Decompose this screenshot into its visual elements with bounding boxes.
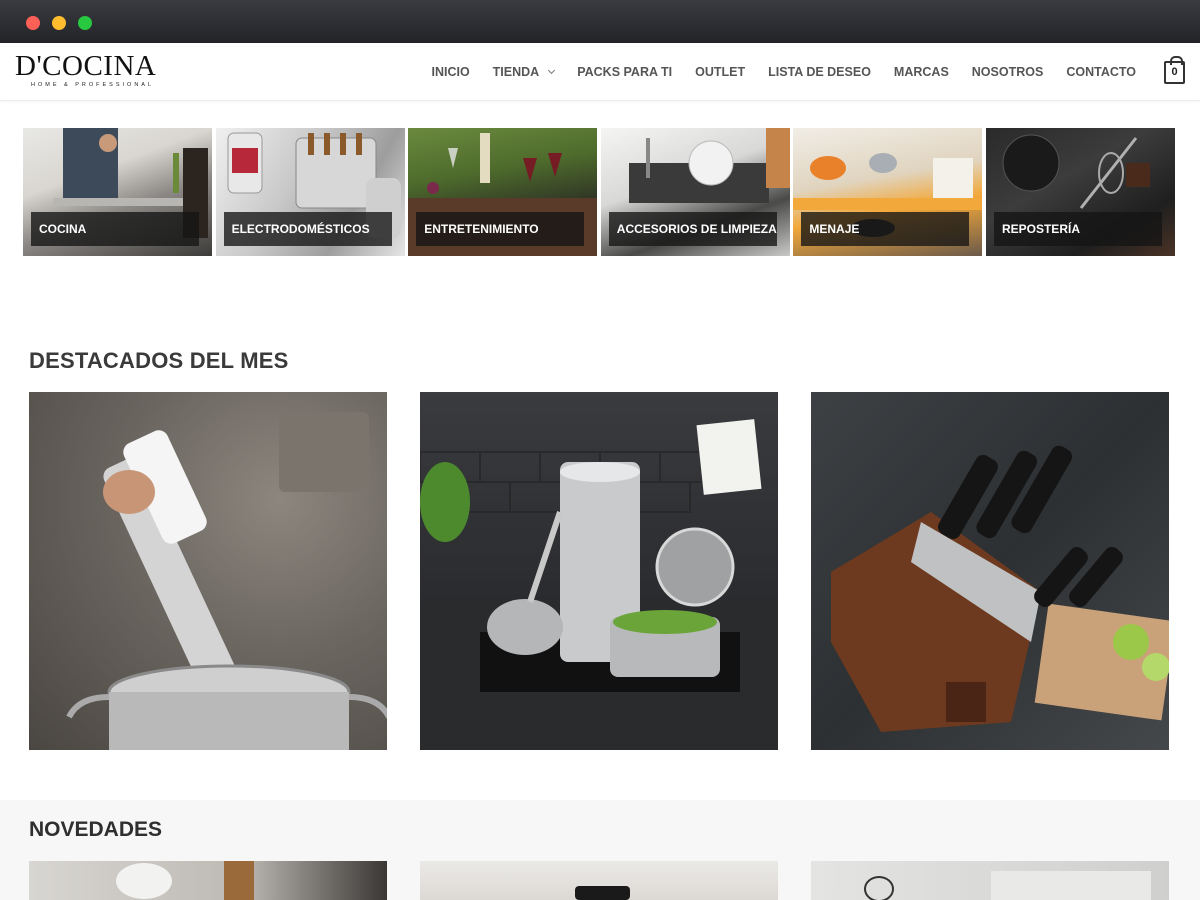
main-nav: INICIO TIENDA PACKS PARA TI OUTLET LISTA… — [408, 43, 1136, 101]
nav-item-inicio[interactable]: INICIO — [431, 65, 469, 79]
new-product-2[interactable] — [420, 861, 778, 900]
featured-product-2[interactable] — [420, 392, 778, 750]
category-label: ENTRETENIMIENTO — [416, 212, 585, 246]
category-tile-accesorios-limpieza[interactable]: ACCESORIOS DE LIMPIEZA — [600, 128, 790, 256]
nav-item-nosotros[interactable]: NOSOTROS — [972, 65, 1044, 79]
cart-bag-icon[interactable]: 0 — [1164, 56, 1185, 84]
category-tile-menaje[interactable]: MENAJE — [793, 128, 983, 256]
cart-count: 0 — [1171, 66, 1178, 78]
sous-vide-photo — [66, 412, 387, 750]
knife-block-photo — [831, 445, 1169, 732]
category-label: REPOSTERÍA — [993, 212, 1162, 246]
category-tile-electrodomesticos[interactable]: ELECTRODOMÉSTICOS — [215, 128, 405, 256]
new-product-1[interactable] — [29, 861, 387, 900]
category-tile-entretenimiento[interactable]: ENTRETENIMIENTO — [408, 128, 598, 256]
maximize-window-button[interactable] — [78, 16, 92, 30]
featured-product-1[interactable] — [29, 392, 387, 750]
nav-item-label: TIENDA — [492, 65, 540, 79]
category-label: ELECTRODOMÉSTICOS — [223, 212, 392, 246]
nav-item-tienda[interactable]: TIENDA — [492, 65, 556, 79]
featured-product-3[interactable] — [811, 392, 1169, 750]
appliance-photo — [575, 886, 630, 900]
category-tile-reposteria[interactable]: REPOSTERÍA — [985, 128, 1175, 256]
site-logo[interactable]: D'COCINA HOME & PROFESSIONAL — [15, 51, 175, 93]
close-window-button[interactable] — [26, 16, 40, 30]
novedades-section-title: NOVEDADES — [29, 818, 163, 841]
nav-item-packs[interactable]: PACKS PARA TI — [577, 65, 672, 79]
nav-item-lista-deseo[interactable]: LISTA DE DESEO — [768, 65, 871, 79]
cookware-set-photo — [420, 419, 778, 750]
minimize-window-button[interactable] — [52, 16, 66, 30]
new-product-3[interactable] — [811, 861, 1169, 900]
category-tiles: COCINA ELECTRODOMÉSTICOS ENTRETENIMIENTO — [23, 128, 1175, 256]
category-label: COCINA — [31, 212, 199, 246]
site-header: D'COCINA HOME & PROFESSIONAL INICIO TIEN… — [0, 43, 1200, 101]
nav-item-marcas[interactable]: MARCAS — [894, 65, 949, 79]
logo-name: D'COCINA — [15, 50, 157, 82]
logo-tagline: HOME & PROFESSIONAL — [31, 82, 155, 88]
chevron-down-icon — [548, 66, 556, 75]
featured-section-title: DESTACADOS DEL MES — [29, 348, 289, 373]
browser-titlebar — [0, 0, 1200, 43]
category-label: ACCESORIOS DE LIMPIEZA — [608, 212, 777, 246]
nav-item-outlet[interactable]: OUTLET — [695, 65, 745, 79]
whisk-photo — [864, 871, 1151, 900]
category-tile-cocina[interactable]: COCINA — [23, 128, 212, 256]
category-label: MENAJE — [801, 212, 970, 246]
kitchen-scene-photo — [116, 861, 254, 900]
nav-item-contacto[interactable]: CONTACTO — [1066, 65, 1136, 79]
